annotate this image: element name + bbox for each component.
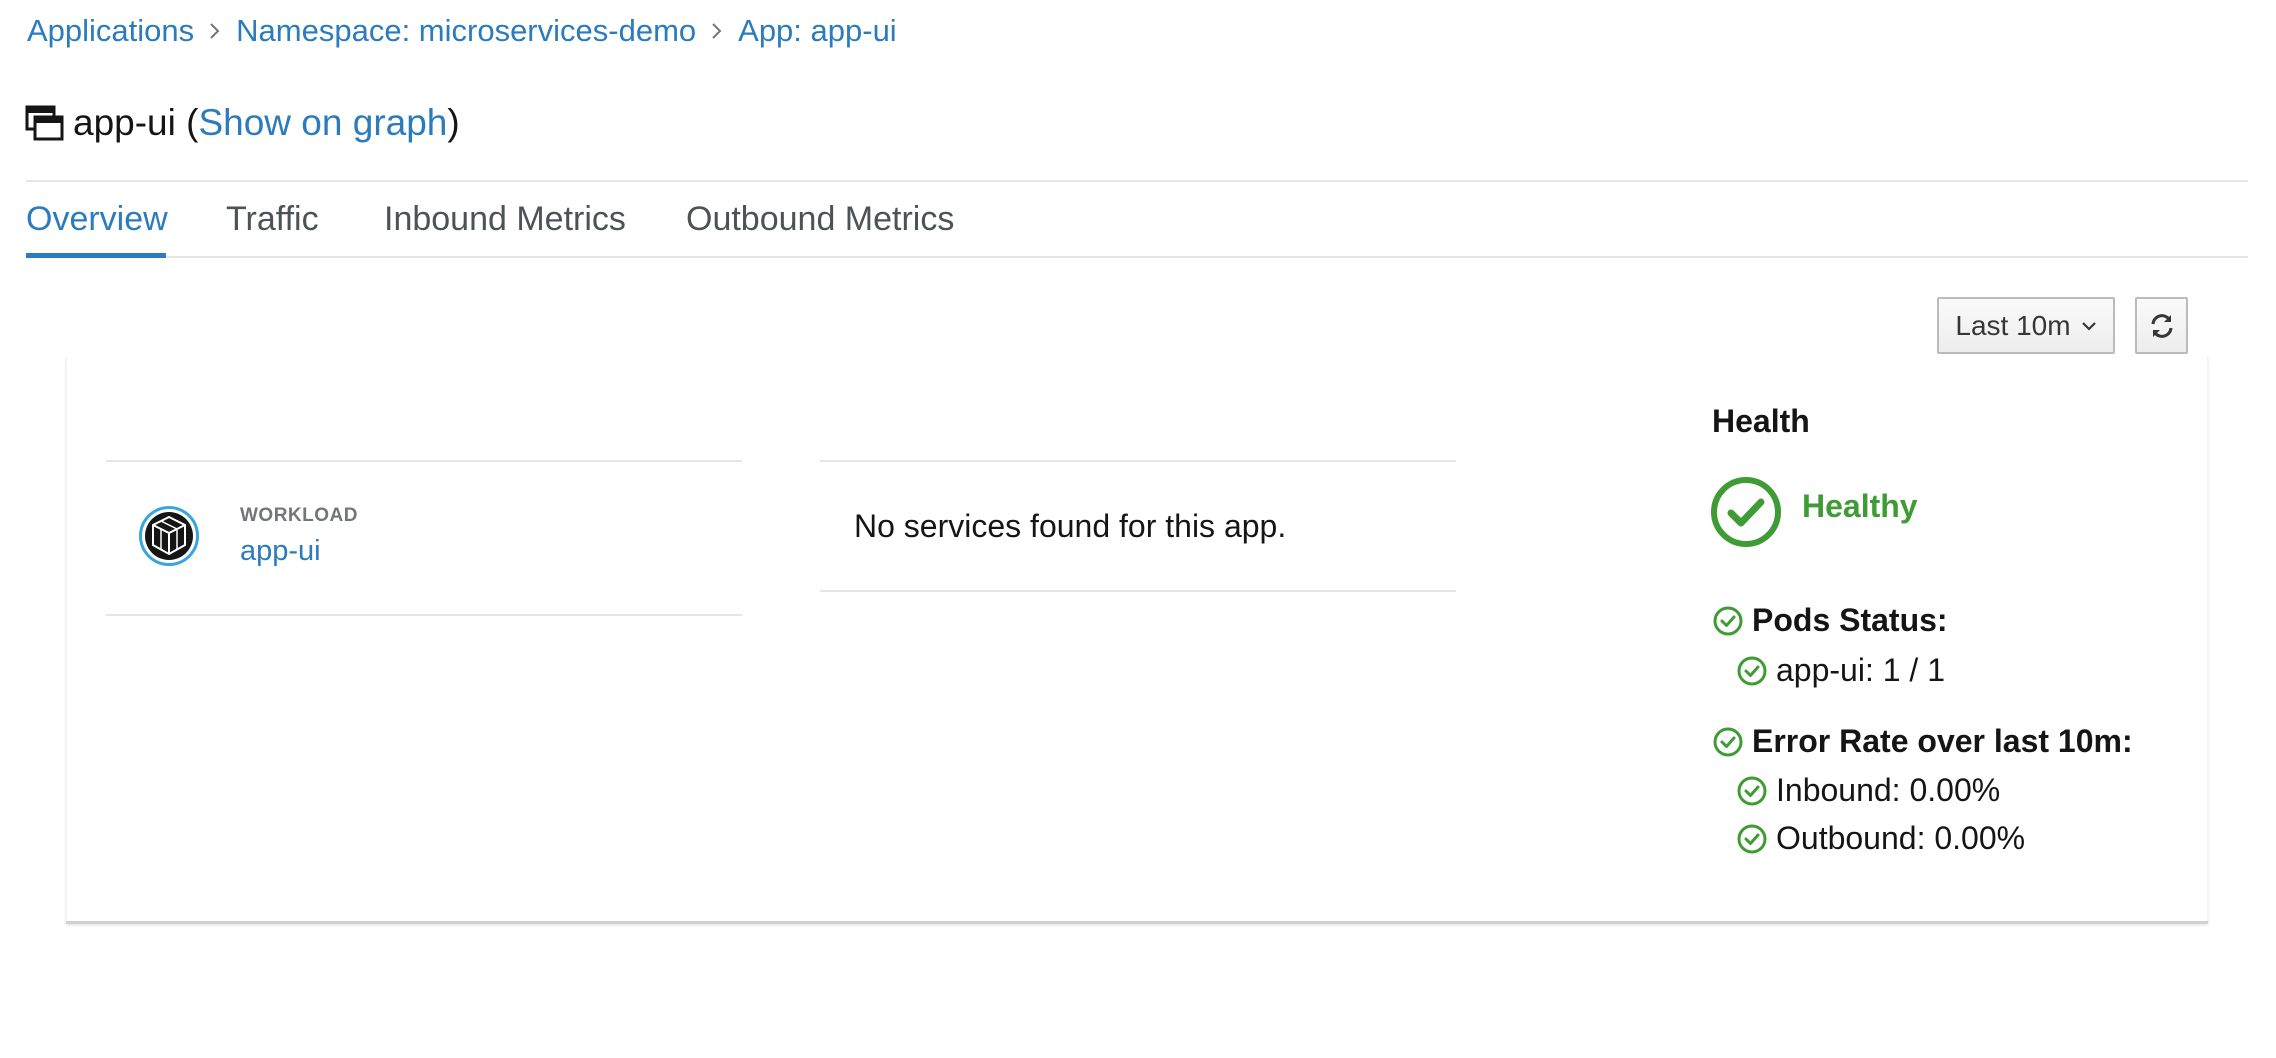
- show-on-graph-link[interactable]: Show on graph: [198, 97, 447, 149]
- ok-check-icon: [1712, 726, 1744, 758]
- error-rate-label: Error Rate over last 10m:: [1752, 723, 2133, 759]
- workload-link[interactable]: app-ui: [240, 535, 321, 568]
- ok-check-icon: [1736, 823, 1768, 855]
- breadcrumb-app[interactable]: App: app-ui: [738, 9, 897, 53]
- inbound-error-row: Inbound: 0.00%: [1736, 772, 2000, 809]
- card-bottom-border: [66, 921, 2208, 924]
- pod-status-text: app-ui: 1 / 1: [1776, 652, 1945, 688]
- pods-status-label: Pods Status:: [1752, 602, 1948, 638]
- services-top-divider: [820, 460, 1456, 462]
- refresh-icon: [2148, 312, 2176, 340]
- tab-traffic[interactable]: Traffic: [226, 196, 319, 242]
- title-close-paren: ): [447, 102, 460, 143]
- error-rate-heading: Error Rate over last 10m:: [1712, 723, 2133, 760]
- services-bottom-divider: [820, 590, 1456, 592]
- tab-outbound-metrics[interactable]: Outbound Metrics: [686, 196, 954, 242]
- application-windows-icon: [25, 103, 65, 143]
- ok-check-icon: [1712, 605, 1744, 637]
- chevron-right-icon: [696, 22, 738, 40]
- refresh-button[interactable]: [2135, 297, 2188, 354]
- no-services-message: No services found for this app.: [854, 508, 1287, 544]
- workload-type-label: WORKLOAD: [240, 505, 358, 526]
- duration-label: Last 10m: [1955, 309, 2071, 341]
- inbound-error-text: Inbound: 0.00%: [1776, 772, 2001, 808]
- ok-check-icon: [1736, 655, 1768, 687]
- page-title: app-ui (Show on graph): [25, 97, 460, 149]
- pods-status-heading: Pods Status:: [1712, 602, 1948, 639]
- breadcrumb: Applications Namespace: microservices-de…: [27, 9, 897, 53]
- workload-cube-icon: [138, 505, 200, 567]
- health-status: Healthy: [1802, 488, 1918, 524]
- workload-top-divider: [106, 460, 742, 462]
- tab-inbound-metrics[interactable]: Inbound Metrics: [384, 196, 626, 242]
- ok-check-icon: [1736, 775, 1768, 807]
- chevron-right-icon: [194, 22, 236, 40]
- pod-status-row: app-ui: 1 / 1: [1736, 652, 1945, 689]
- duration-dropdown[interactable]: Last 10m: [1937, 297, 2115, 354]
- healthy-check-icon: [1710, 476, 1782, 548]
- workload-bottom-divider: [106, 614, 742, 616]
- app-name: app-ui: [73, 102, 176, 143]
- tab-overview[interactable]: Overview: [26, 196, 168, 242]
- outbound-error-row: Outbound: 0.00%: [1736, 820, 2025, 857]
- outbound-error-text: Outbound: 0.00%: [1776, 820, 2026, 856]
- title-open-paren: (: [186, 102, 199, 143]
- tabs-bottom-divider: [26, 256, 2248, 258]
- breadcrumb-namespace[interactable]: Namespace: microservices-demo: [236, 9, 696, 53]
- active-tab-indicator: [26, 253, 166, 258]
- health-title: Health: [1712, 403, 1810, 439]
- breadcrumb-applications[interactable]: Applications: [27, 9, 194, 53]
- tabs-top-divider: [26, 180, 2248, 182]
- chevron-down-icon: [2081, 320, 2097, 332]
